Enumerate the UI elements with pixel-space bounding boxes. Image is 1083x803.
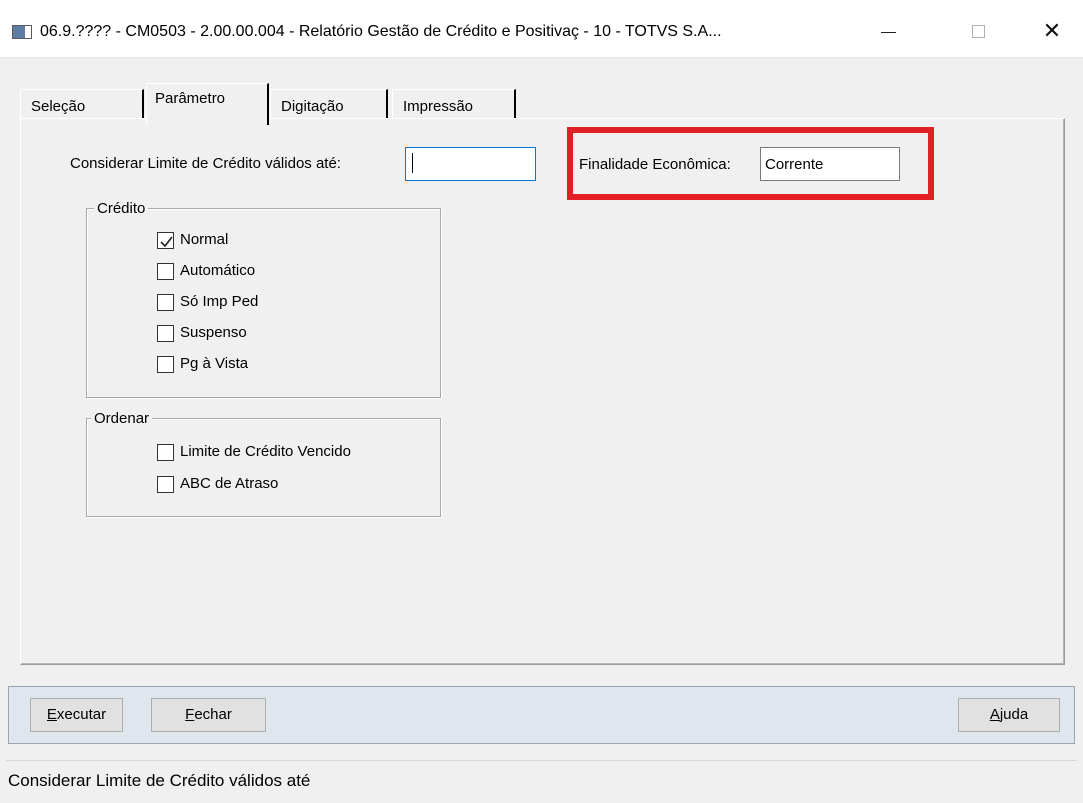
checkbox-abc-de-atraso-label: ABC de Atraso <box>180 475 279 492</box>
credito-group <box>86 208 441 398</box>
text-caret <box>412 153 413 173</box>
checkbox-limite-credito-vencido[interactable] <box>157 444 174 461</box>
checkbox-limite-credito-vencido-label: Limite de Crédito Vencido <box>180 443 351 460</box>
ordenar-legend: Ordenar <box>91 410 153 428</box>
checkbox-normal[interactable] <box>157 232 174 249</box>
title-bar: 06.9.???? - CM0503 - 2.00.00.004 - Relat… <box>0 0 1083 58</box>
credito-legend: Crédito <box>94 200 149 218</box>
app-icon[interactable] <box>12 25 32 39</box>
checkbox-automatico[interactable] <box>157 263 174 280</box>
limite-credito-input[interactable] <box>405 147 536 181</box>
tab-label: Seleção <box>31 98 86 115</box>
minimize-button[interactable] <box>868 15 908 47</box>
checkbox-so-imp-ped-label: Só Imp Ped <box>180 293 259 310</box>
ajuda-label: juda <box>999 706 1029 723</box>
checkbox-normal-label: Normal <box>180 231 229 248</box>
window-title: 06.9.???? - CM0503 - 2.00.00.004 - Relat… <box>40 23 722 40</box>
tab-selecao[interactable]: Seleção <box>20 89 144 119</box>
maximize-button[interactable] <box>958 15 998 47</box>
close-button[interactable]: ✕ <box>1032 15 1072 47</box>
checkbox-abc-de-atraso[interactable] <box>157 476 174 493</box>
tab-digitacao[interactable]: Digitação <box>270 89 388 119</box>
tab-parametro[interactable]: Parâmetro <box>146 83 269 125</box>
check-icon <box>160 236 173 248</box>
ordenar-group <box>86 418 441 517</box>
status-bar: Considerar Limite de Crédito válidos até <box>6 760 1077 800</box>
tab-impressao[interactable]: Impressão <box>392 89 516 119</box>
highlight-box <box>567 127 934 200</box>
ajuda-mnemonic: A <box>989 706 1000 723</box>
fechar-mnemonic: F <box>185 706 195 723</box>
executar-mnemonic: E <box>46 706 57 723</box>
checkbox-pg-a-vista-label: Pg à Vista <box>180 355 249 372</box>
executar-label: xecutar <box>56 706 107 723</box>
tab-label: Parâmetro <box>155 90 226 107</box>
fechar-label: echar <box>194 706 232 723</box>
checkbox-suspenso[interactable] <box>157 325 174 342</box>
executar-button[interactable]: Executar <box>30 698 123 732</box>
tab-label: Digitação <box>281 98 344 115</box>
checkbox-suspenso-label: Suspenso <box>180 324 247 341</box>
checkbox-automatico-label: Automático <box>180 262 256 279</box>
tab-label: Impressão <box>403 98 474 115</box>
fechar-button[interactable]: Fechar <box>151 698 266 732</box>
checkbox-so-imp-ped[interactable] <box>157 294 174 311</box>
ajuda-button[interactable]: Ajuda <box>958 698 1060 732</box>
limite-credito-label: Considerar Limite de Crédito válidos até… <box>70 155 341 172</box>
checkbox-pg-a-vista[interactable] <box>157 356 174 373</box>
